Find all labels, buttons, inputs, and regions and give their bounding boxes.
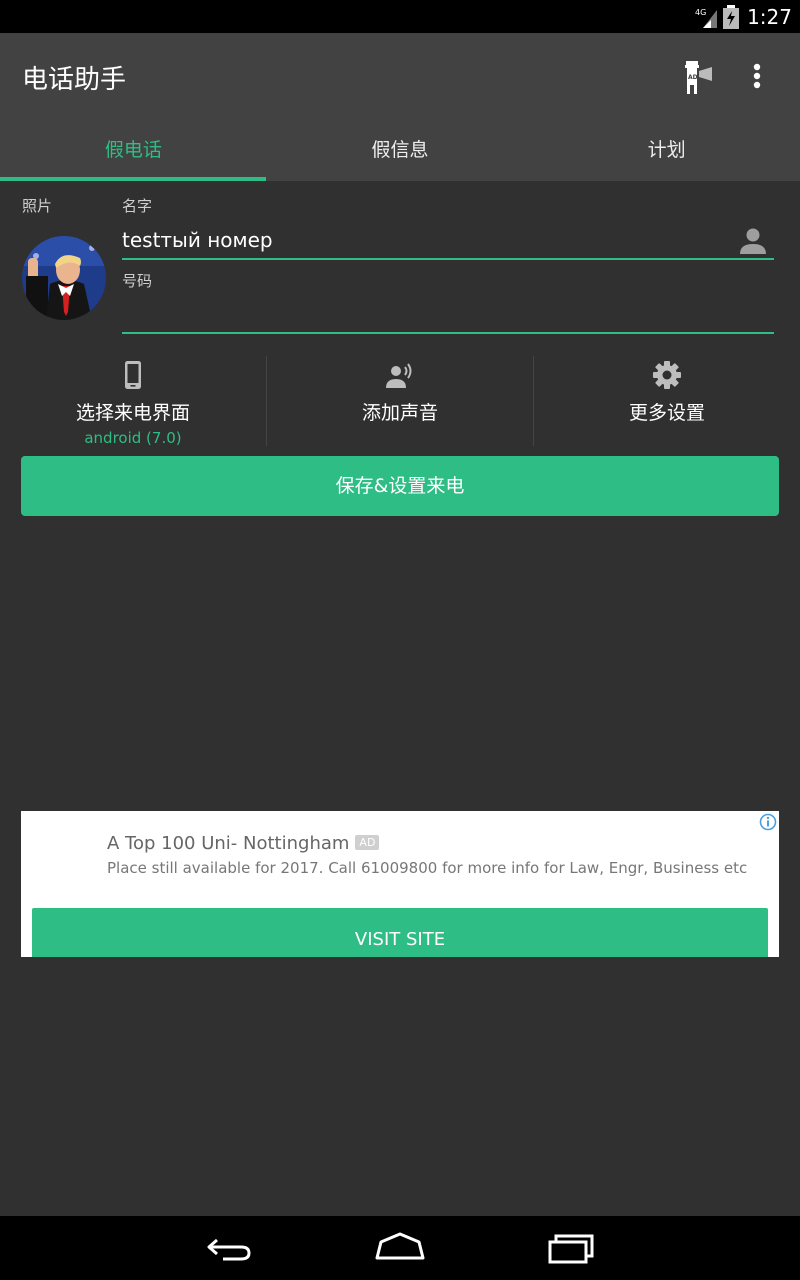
ad-description: Place still available for 2017. Call 610… — [107, 859, 748, 877]
signal-icon: 4G — [695, 8, 718, 28]
name-input[interactable]: testтый номер — [122, 224, 774, 260]
network-type: 4G — [695, 8, 706, 17]
ad-info-icon[interactable] — [759, 813, 777, 831]
ad-title[interactable]: A Top 100 Uni- Nottingham AD — [107, 833, 380, 854]
ad-title-text: A Top 100 Uni- Nottingham — [107, 833, 350, 854]
voice-icon — [386, 363, 412, 388]
tab-indicator — [0, 177, 266, 181]
ad-lighthouse-icon[interactable]: AD — [680, 59, 714, 95]
ad-icon-text: AD — [688, 74, 698, 81]
option-add-sound[interactable]: 添加声音 — [266, 356, 533, 446]
gear-icon — [653, 361, 681, 389]
tab-bar: 假电话 假信息 计划 — [0, 127, 800, 181]
tab-fake-call[interactable]: 假电话 — [0, 127, 267, 181]
app-bar: 电话助手 AD 假电话 假信息 计划 — [0, 33, 800, 181]
navigation-bar — [0, 1216, 800, 1280]
tab-schedule[interactable]: 计划 — [533, 127, 800, 181]
status-time: 1:27 — [747, 4, 792, 29]
caller-photo[interactable] — [22, 236, 106, 320]
more-options-icon[interactable] — [740, 59, 774, 95]
recent-apps-icon[interactable] — [544, 1230, 598, 1266]
name-input-value: testтый номер — [122, 228, 273, 252]
back-icon[interactable] — [203, 1230, 257, 1266]
option-more-settings[interactable]: 更多设置 — [533, 356, 800, 446]
caller-photo-image — [22, 236, 106, 320]
battery-icon — [723, 4, 740, 29]
app-title: 电话助手 — [22, 65, 127, 95]
phone-icon — [125, 361, 141, 389]
number-input[interactable] — [122, 300, 774, 334]
ad-visit-site-button[interactable]: VISIT SITE — [32, 908, 768, 957]
options-row: 选择来电界面 android (7.0) 添加声音 更多设置 — [0, 356, 800, 447]
name-label: 名字 — [122, 197, 153, 215]
ad-banner[interactable]: A Top 100 Uni- Nottingham AD Place still … — [21, 811, 779, 957]
status-bar: 4G 1:27 — [0, 0, 800, 33]
status-icons: 4G 1:27 — [695, 0, 792, 33]
option-sub-value: android (7.0) — [84, 429, 182, 447]
home-icon[interactable] — [373, 1230, 427, 1266]
ad-badge: AD — [355, 835, 380, 850]
option-label: 添加声音 — [361, 402, 438, 424]
option-label: 选择来电界面 — [75, 402, 190, 424]
option-select-call-screen[interactable]: 选择来电界面 android (7.0) — [0, 356, 266, 447]
contact-picker-icon[interactable] — [738, 226, 768, 256]
photo-label: 照片 — [22, 197, 53, 215]
save-and-set-call-button[interactable]: 保存&设置来电 — [21, 456, 779, 516]
number-label: 号码 — [122, 272, 153, 290]
option-label: 更多设置 — [628, 402, 705, 424]
tab-fake-message[interactable]: 假信息 — [267, 127, 534, 181]
